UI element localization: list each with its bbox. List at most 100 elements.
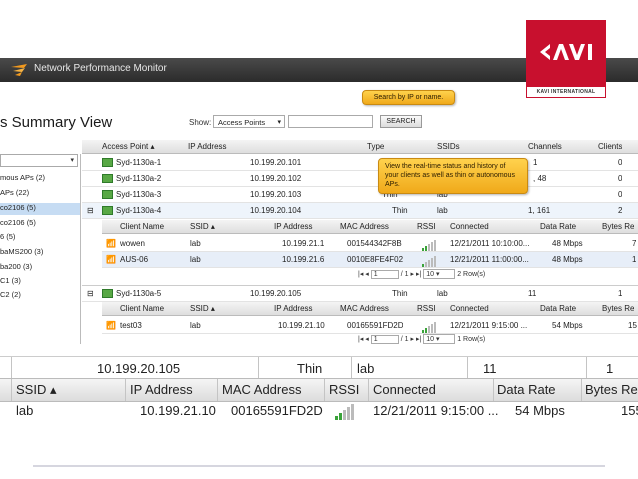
client-header: Client Name SSID ▴ IP Address MAC Addres…: [102, 220, 638, 234]
collapse-icon[interactable]: ⊟: [87, 204, 94, 217]
col-data-rate[interactable]: Data Rate: [540, 302, 576, 315]
client-mac: 0010E8FE4F02: [347, 255, 404, 264]
client-bytes: 1: [632, 255, 637, 264]
tree-item[interactable]: baMS200 (3): [0, 247, 43, 256]
col-client-name[interactable]: Client Name: [120, 220, 164, 233]
chevron-down-icon: ▾: [277, 119, 281, 126]
zoom-client-bytes: 155: [621, 403, 638, 418]
wifi-client-icon: 📶: [106, 255, 116, 264]
zoom-client-mac: 00165591FD2D: [231, 403, 323, 418]
app-title: Network Performance Monitor: [34, 63, 167, 74]
page-input[interactable]: 1: [370, 270, 399, 279]
zoom-client-row[interactable]: lab 10.199.21.10 00165591FD2D 12/21/2011…: [0, 400, 638, 420]
rssi-signal-icon: [335, 404, 355, 420]
zoom-client-header: SSID ▴ IP Address MAC Address RSSI Conne…: [0, 378, 638, 402]
row-count: 2 Row(s): [457, 271, 486, 278]
kavi-logo-mark-icon: [540, 44, 592, 60]
show-select-value: Access Points: [218, 118, 266, 127]
search-input[interactable]: [288, 115, 373, 128]
client-ip: 10.199.21.6: [282, 255, 325, 264]
page-size-select[interactable]: 10 ▾: [423, 334, 456, 344]
tree-item[interactable]: 6 (5): [0, 232, 15, 241]
zoom-col-ip[interactable]: IP Address: [130, 382, 193, 397]
collapse-icon[interactable]: ⊟: [87, 287, 94, 300]
col-channels[interactable]: Channels: [528, 140, 562, 153]
col-bytes[interactable]: Bytes Re: [602, 220, 634, 233]
zoom-col-mac[interactable]: MAC Address: [222, 382, 301, 397]
col-ip-address[interactable]: IP Address: [188, 140, 227, 153]
col-mac[interactable]: MAC Address: [340, 302, 389, 315]
col-data-rate[interactable]: Data Rate: [540, 220, 576, 233]
rssi-signal-icon: [422, 320, 437, 333]
ap-row[interactable]: Syd-1130a-2 10.199.20.102 , 48 0: [82, 171, 638, 187]
client-row[interactable]: 📶 AUS-06 lab 10.199.21.6 0010E8FE4F02 12…: [102, 252, 638, 268]
zoom-col-bytes[interactable]: Bytes Rec: [585, 382, 638, 397]
zoom-col-ssid[interactable]: SSID ▴: [16, 382, 56, 398]
zoom-ap-type: Thin: [297, 361, 323, 376]
next-page-icon[interactable]: ▸: [410, 336, 414, 343]
col-bytes[interactable]: Bytes Re: [602, 302, 634, 315]
col-type[interactable]: Type: [367, 140, 384, 153]
tree-group-select[interactable]: ▾: [0, 154, 78, 167]
col-rssi[interactable]: RSSI: [417, 220, 436, 233]
tree-item[interactable]: APs (22): [0, 188, 29, 197]
last-page-icon[interactable]: ▸|: [416, 336, 421, 343]
col-connected[interactable]: Connected: [450, 302, 489, 315]
col-ssid[interactable]: SSID ▴: [190, 302, 215, 315]
page-size-select[interactable]: 10 ▾: [423, 269, 456, 279]
client-row[interactable]: 📶 wowen lab 10.199.21.1 001544342F8B 12/…: [102, 236, 638, 252]
tree-item-selected[interactable]: co2106 (5): [0, 203, 80, 215]
ap-row[interactable]: Syd-1130a-3 10.199.20.103 Thin lab 0: [82, 187, 638, 203]
tree-item[interactable]: C2 (2): [0, 290, 21, 299]
zoom-ap-clients: 1: [606, 361, 614, 376]
client-row[interactable]: 📶 test03 lab 10.199.21.10 00165591FD2D 1…: [102, 318, 638, 334]
zoom-client-ssid: lab: [16, 403, 34, 418]
status-tooltip: View the real-time status and history of…: [378, 158, 528, 194]
zoom-client-connected: 12/21/2011 9:15:00 ...: [373, 403, 499, 418]
wifi-client-icon: 📶: [106, 239, 116, 248]
page-count: / 1: [400, 271, 409, 278]
ap-ip: 10.199.20.101: [250, 158, 302, 167]
kavi-brand-band: KAVI INTERNATIONAL: [526, 86, 606, 98]
prev-page-icon[interactable]: ◂: [365, 271, 369, 278]
client-name: wowen: [120, 239, 145, 248]
next-page-icon[interactable]: ▸: [410, 271, 414, 278]
col-ssid[interactable]: SSID ▴: [190, 220, 215, 233]
ap-channels: 1: [533, 158, 538, 167]
ap-row-expanded[interactable]: ⊟ Syd-1130a-4 10.199.20.104 Thin lab 1, …: [82, 203, 638, 219]
col-mac[interactable]: MAC Address: [340, 220, 389, 233]
col-rssi[interactable]: RSSI: [417, 302, 436, 315]
tree-item[interactable]: ba200 (3): [0, 262, 32, 271]
ap-ip: 10.199.20.103: [250, 190, 302, 199]
solarwinds-logo-icon: [11, 64, 27, 76]
show-select[interactable]: Access Points ▾: [213, 115, 285, 128]
col-clients[interactable]: Clients: [598, 140, 622, 153]
first-page-icon[interactable]: |◂: [358, 271, 363, 278]
zoom-col-data-rate[interactable]: Data Rate: [497, 382, 556, 397]
tree-item[interactable]: co2106 (5): [0, 218, 36, 227]
first-page-icon[interactable]: |◂: [358, 336, 363, 343]
ap-row-expanded[interactable]: ⊟ Syd-1130a-5 10.199.20.105 Thin lab 11 …: [82, 285, 638, 302]
last-page-icon[interactable]: ▸|: [416, 271, 421, 278]
zoom-col-connected[interactable]: Connected: [373, 382, 436, 397]
col-access-point[interactable]: Access Point ▴: [102, 140, 155, 153]
page-count: / 1: [400, 336, 409, 343]
prev-page-icon[interactable]: ◂: [365, 336, 369, 343]
tree-item[interactable]: C1 (3): [0, 276, 21, 285]
col-client-ip[interactable]: IP Address: [274, 302, 313, 315]
page-input[interactable]: 1: [370, 335, 399, 344]
ap-row[interactable]: Syd-1130a-1 10.199.20.101 1 0: [82, 155, 638, 171]
zoom-col-rssi[interactable]: RSSI: [329, 382, 359, 397]
access-point-icon: [102, 158, 113, 168]
search-button[interactable]: SEARCH: [380, 115, 422, 128]
col-client-ip[interactable]: IP Address: [274, 220, 313, 233]
col-connected[interactable]: Connected: [450, 220, 489, 233]
client-ip: 10.199.21.1: [282, 239, 325, 248]
client-rate: 48 Mbps: [552, 239, 583, 248]
ap-ip: 10.199.20.102: [250, 174, 302, 183]
col-ssids[interactable]: SSIDs: [437, 140, 460, 153]
tree-item[interactable]: mous APs (2): [0, 173, 45, 182]
page-title: s Summary View: [0, 114, 113, 131]
col-client-name[interactable]: Client Name: [120, 302, 164, 315]
ap-name: Syd-1130a-5: [116, 289, 162, 298]
